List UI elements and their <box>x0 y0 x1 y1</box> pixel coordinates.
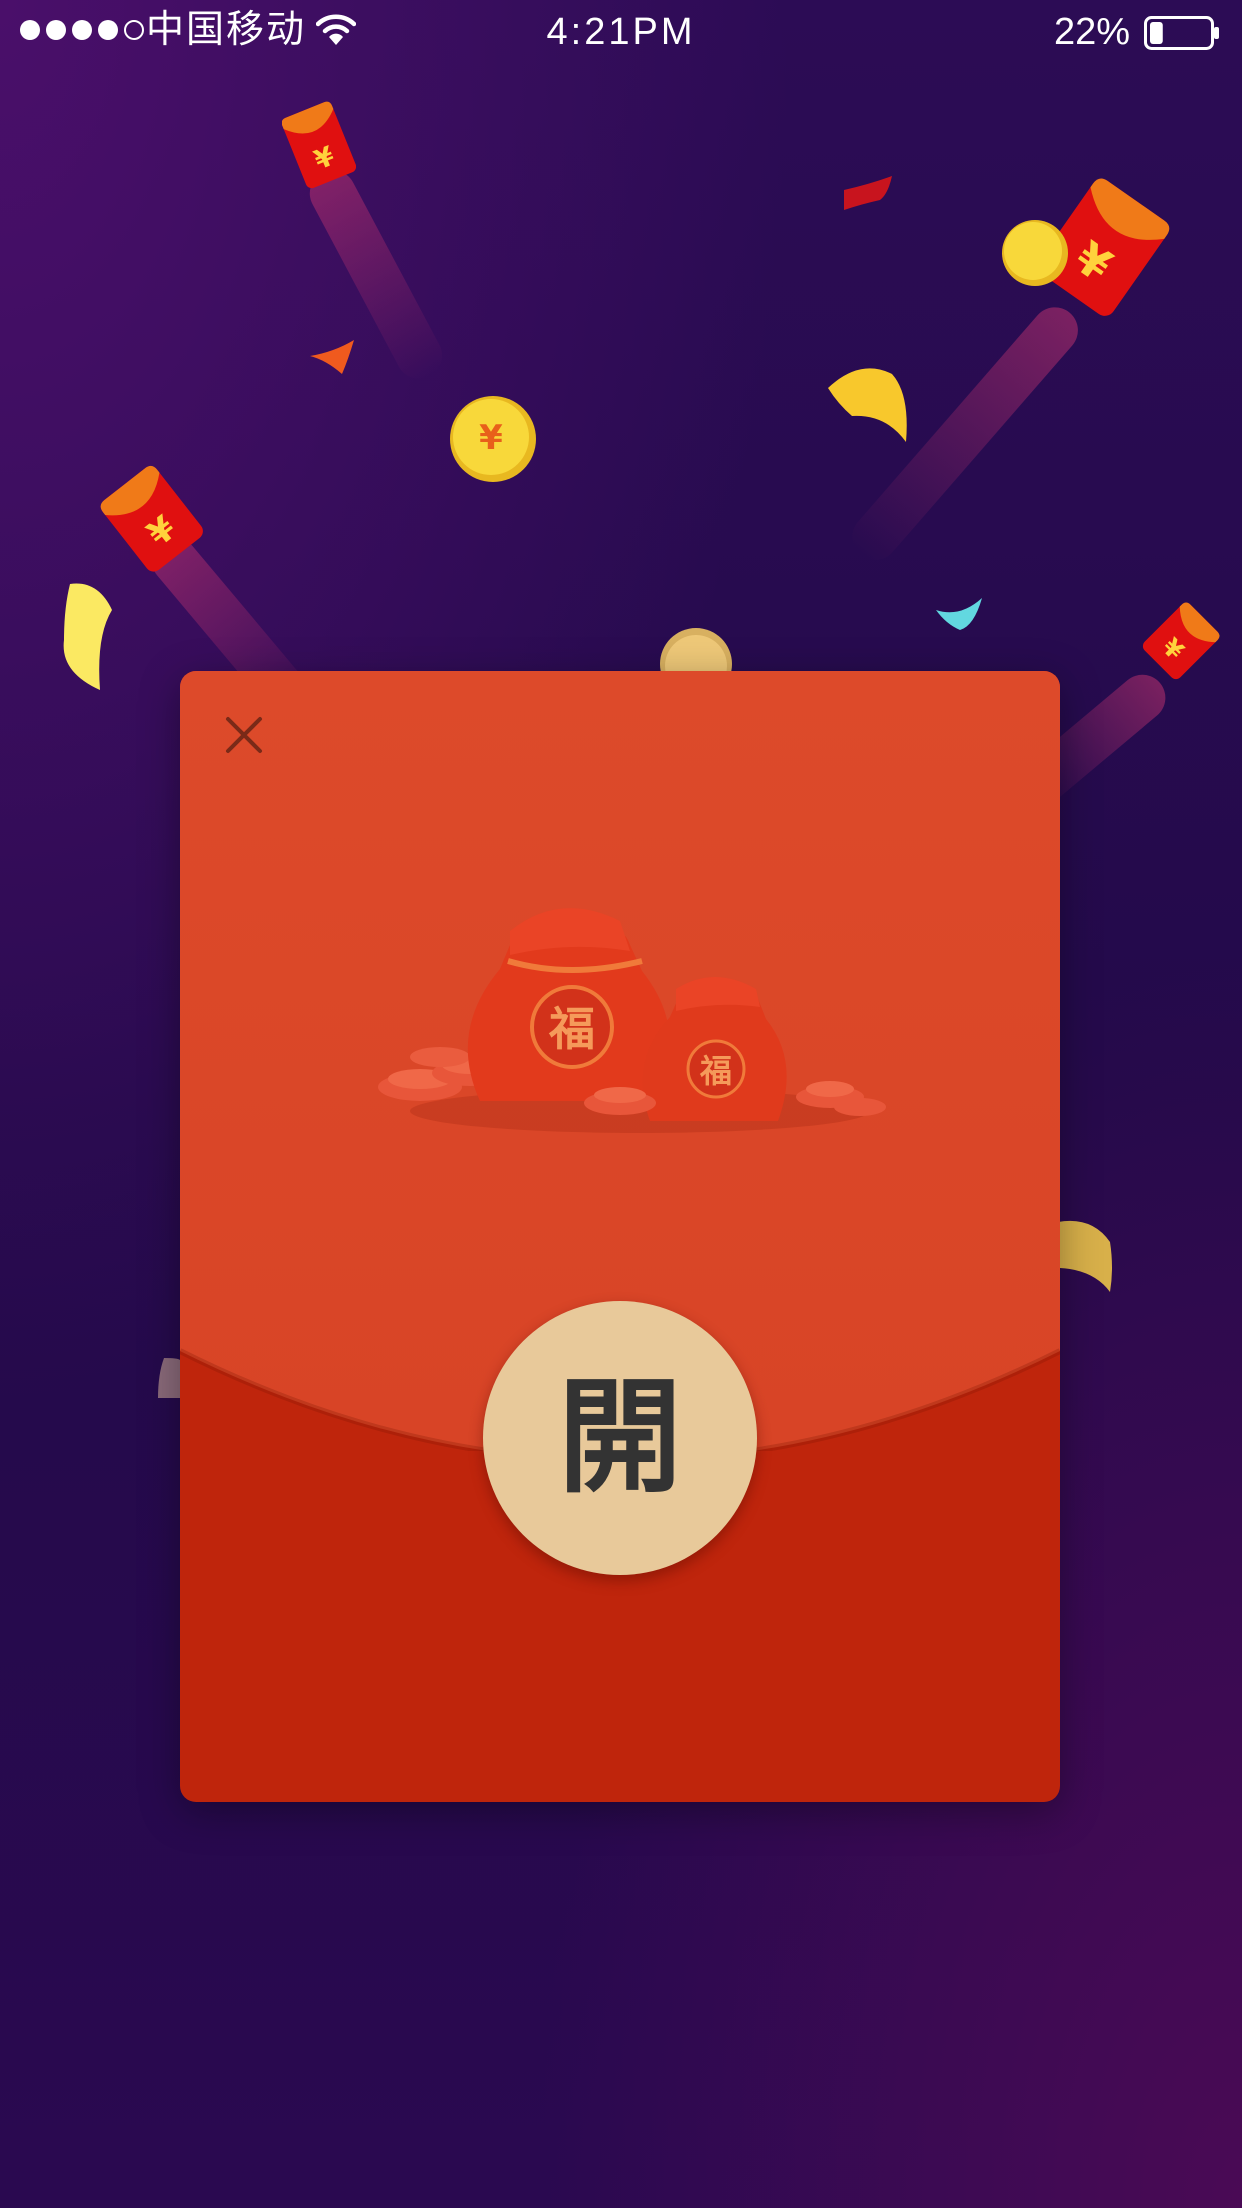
bag-character: 福 <box>548 1002 595 1056</box>
confetti-piece <box>1058 1220 1112 1292</box>
red-envelope-icon: ¥ <box>1142 602 1220 680</box>
open-button-label: 開 <box>557 1365 682 1510</box>
confetti-piece <box>936 598 982 630</box>
close-icon[interactable] <box>222 713 266 757</box>
confetti-piece <box>828 368 907 442</box>
money-bags-illustration: 福 福 <box>378 908 886 1133</box>
open-button[interactable]: 開 <box>483 1301 757 1575</box>
gold-coin-icon <box>660 628 732 676</box>
gold-coin-icon: ¥ <box>450 396 536 482</box>
confetti-piece <box>844 176 892 210</box>
red-envelope-icon: ¥ <box>100 465 203 572</box>
coin-symbol: ¥ <box>479 418 503 458</box>
gold-coin-icon <box>1002 220 1068 286</box>
confetti-piece <box>310 340 354 374</box>
confetti-piece <box>158 1358 180 1398</box>
bag-character: 福 <box>699 1052 732 1090</box>
red-envelope-icon: ¥ <box>282 101 356 189</box>
status-bar: 中国移动 4:21PM 22% <box>0 0 1242 64</box>
red-packet-card: 福 福 開 <box>180 671 1060 1802</box>
confetti-piece <box>63 583 112 690</box>
battery-percentage: 22% <box>1053 11 1130 53</box>
battery-icon <box>1144 16 1219 50</box>
